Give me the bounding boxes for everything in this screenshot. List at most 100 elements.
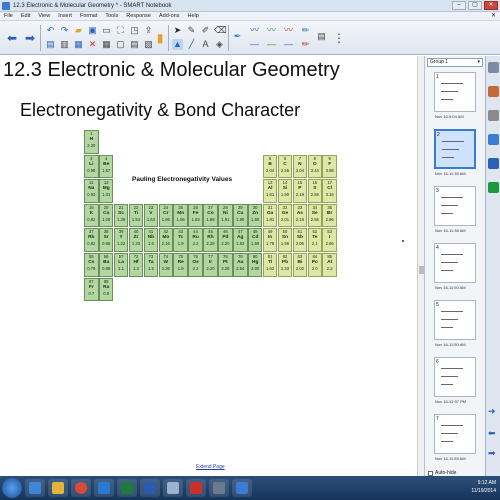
- electronegativity-value: 2.2: [326, 266, 333, 271]
- line-style-1-icon[interactable]: 〰: [249, 25, 260, 36]
- thumbnail-preview-line: [442, 141, 464, 142]
- line-style-3-icon[interactable]: 〰: [283, 25, 294, 36]
- attachments-icon[interactable]: [488, 110, 499, 121]
- line-style-2-icon[interactable]: 〰: [266, 25, 277, 36]
- explorer-icon[interactable]: [48, 479, 68, 497]
- network-icon[interactable]: [163, 479, 183, 497]
- minimize-button[interactable]: –: [452, 1, 466, 10]
- close-button[interactable]: ✕: [484, 1, 498, 10]
- select-icon[interactable]: ➤: [172, 25, 183, 36]
- marker-icon[interactable]: ✏: [300, 39, 311, 50]
- add-ons-icon[interactable]: [488, 158, 499, 169]
- electronegativity-value: 1.62: [266, 266, 275, 271]
- page-thumbnail[interactable]: 2: [434, 129, 476, 169]
- menu-add-ons[interactable]: Add-ons: [159, 13, 180, 19]
- screen-shade-icon[interactable]: ▭: [101, 25, 112, 36]
- shape-icon[interactable]: ▲: [172, 39, 183, 50]
- add-page-icon[interactable]: ▤: [45, 39, 56, 50]
- document-camera-icon[interactable]: ▢: [115, 39, 126, 50]
- fullscreen-icon[interactable]: ⛶: [115, 25, 126, 36]
- page-thumbnail[interactable]: 1: [434, 72, 476, 112]
- menu-format[interactable]: Format: [80, 13, 97, 19]
- group-dropdown[interactable]: Group 1 ▾: [427, 58, 483, 67]
- paste-icon[interactable]: ▦: [73, 39, 84, 50]
- gallery-icon[interactable]: [488, 86, 499, 97]
- text-icon[interactable]: A: [200, 39, 211, 50]
- table-icon[interactable]: ▦: [101, 39, 112, 50]
- save-icon[interactable]: ▣: [87, 25, 98, 36]
- element-cell-rh: 45 Rh 2.28: [203, 228, 218, 252]
- element-cell-mg: 12 Mg 1.31: [98, 179, 114, 203]
- smart-notebook-icon[interactable]: [232, 479, 252, 497]
- chrome-icon[interactable]: [71, 479, 91, 497]
- periodic-table[interactable]: Pauling Electronegativity Values 1 H 2.20 3…: [84, 130, 338, 328]
- menu-response[interactable]: Response: [126, 13, 151, 19]
- element-cell-sn: 50 Sn 1.96: [277, 228, 293, 252]
- eraser-icon[interactable]: ⌫: [214, 25, 227, 36]
- highlighter-icon[interactable]: ✏: [300, 25, 311, 36]
- maximize-button[interactable]: ▢: [468, 1, 482, 10]
- creative-pen-icon[interactable]: ✐: [200, 25, 211, 36]
- thumbnail-preview-line: [441, 254, 463, 255]
- capture-icon[interactable]: ◳: [129, 25, 140, 36]
- element-cell-ir: 77 Ir 2.20: [203, 253, 218, 277]
- canvas-scrollbar[interactable]: [417, 56, 424, 476]
- close-document-icon[interactable]: ✕: [491, 12, 496, 19]
- line-style-5-icon[interactable]: —: [266, 39, 277, 50]
- line-icon[interactable]: ╱: [186, 39, 197, 50]
- menu-tools[interactable]: Tools: [105, 13, 118, 19]
- thumbnail-preview-line: [441, 368, 463, 369]
- excel-icon[interactable]: [117, 479, 137, 497]
- element-cell-ru: 44 Ru 2.2: [188, 228, 203, 252]
- page-timestamp: Nov 16-12:07 PM: [435, 399, 467, 404]
- properties-icon[interactable]: [488, 134, 499, 145]
- redo-icon[interactable]: ↷: [59, 25, 70, 36]
- auto-hide-checkbox[interactable]: [428, 470, 433, 476]
- line-style-6-icon[interactable]: —: [283, 39, 294, 50]
- page-thumbnail[interactable]: 4: [434, 243, 476, 283]
- menu-help[interactable]: Help: [188, 13, 199, 19]
- forward-icon[interactable]: ➡: [22, 30, 38, 46]
- element-cell-fe: 26 Fe 1.83: [188, 203, 203, 228]
- word-icon[interactable]: [140, 479, 160, 497]
- pen-style-icon[interactable]: ✒: [232, 31, 243, 42]
- electronegativity-value: 2.33: [280, 266, 290, 271]
- undo-icon[interactable]: ↶: [45, 25, 56, 36]
- group-dropdown-label: Group 1: [430, 59, 449, 65]
- more-tools-icon[interactable]: ⋮: [331, 30, 347, 46]
- menu-edit[interactable]: Edit: [21, 13, 30, 19]
- page-thumbnail[interactable]: 5: [434, 300, 476, 340]
- menu-file[interactable]: File: [4, 13, 13, 19]
- folder-icon[interactable]: ▰: [73, 25, 84, 36]
- arrow-left-icon[interactable]: ⬅: [488, 428, 499, 439]
- page-thumbnail[interactable]: 7: [434, 414, 476, 454]
- fill-icon[interactable]: ◈: [214, 39, 225, 50]
- menu-view[interactable]: View: [38, 13, 50, 19]
- back-icon[interactable]: ⬅: [4, 30, 20, 46]
- start-button[interactable]: [2, 478, 22, 498]
- properties-icon[interactable]: ▤: [316, 31, 327, 42]
- delete-icon[interactable]: ✕: [87, 39, 98, 50]
- page-sorter-icon[interactable]: [488, 62, 499, 73]
- electronegativity-value: 1.57: [102, 167, 111, 173]
- page-thumbnail[interactable]: 3: [434, 186, 476, 226]
- system-clock[interactable]: 9:12 AM 11/19/2014: [471, 479, 496, 495]
- open-icon[interactable]: ▥: [59, 39, 70, 50]
- arrow-up-icon[interactable]: ➜: [488, 406, 499, 417]
- pen-icon[interactable]: ✎: [186, 25, 197, 36]
- acrobat-icon[interactable]: [186, 479, 206, 497]
- smart-response-icon[interactable]: [488, 182, 499, 193]
- page-thumbnail[interactable]: 6: [434, 357, 476, 397]
- print-icon[interactable]: ▤: [129, 39, 140, 50]
- arrow-right-icon[interactable]: ➡: [488, 448, 499, 459]
- line-style-4-icon[interactable]: —: [249, 39, 260, 50]
- camera-icon[interactable]: [209, 479, 229, 497]
- electronegativity-value: 2.36: [161, 266, 170, 271]
- ie-icon[interactable]: [25, 479, 45, 497]
- electronegativity-value: 1.93: [236, 241, 245, 247]
- media-icon[interactable]: [94, 479, 114, 497]
- thumbnail-preview-line: [442, 157, 454, 158]
- menu-insert[interactable]: Insert: [58, 13, 72, 19]
- extend-page-link[interactable]: Extend Page: [196, 464, 225, 470]
- response-icon[interactable]: ▮: [152, 30, 168, 46]
